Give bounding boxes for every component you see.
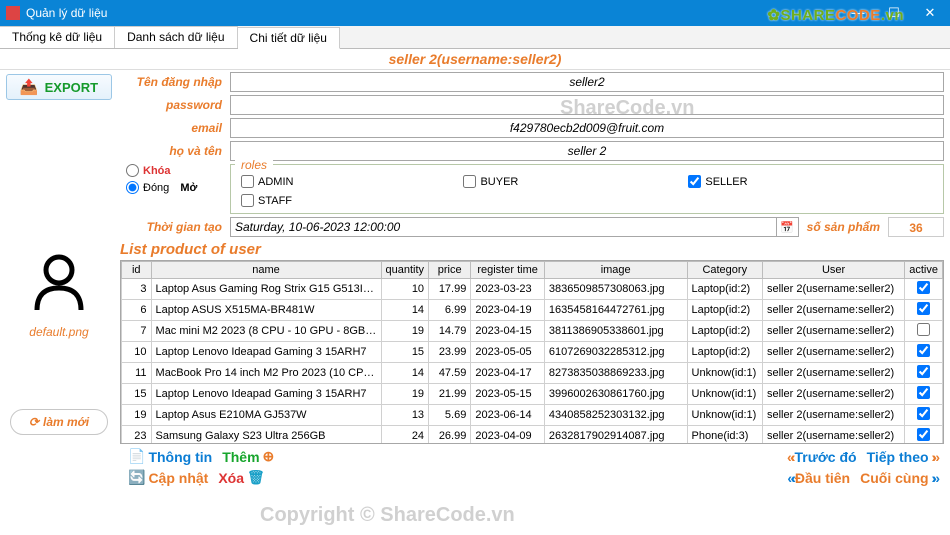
- col-id[interactable]: id: [122, 262, 152, 279]
- active-checkbox[interactable]: [917, 302, 930, 315]
- info-button[interactable]: 📄 Thông tin: [128, 448, 212, 465]
- email-input[interactable]: [230, 118, 944, 138]
- col-user[interactable]: User: [763, 262, 905, 279]
- role-buyer[interactable]: BUYER: [463, 175, 518, 188]
- refresh-label: làm mới: [43, 415, 89, 429]
- active-checkbox[interactable]: [917, 407, 930, 420]
- prodcount-value: 36: [888, 217, 944, 237]
- tab-detail[interactable]: Chi tiết dữ liệu: [238, 27, 340, 49]
- avatar-filename: default.png: [29, 325, 88, 339]
- first-icon: «‹: [787, 470, 791, 486]
- email-label: email: [120, 121, 230, 135]
- watermark-copyright: Copyright © ShareCode.vn: [260, 504, 515, 527]
- next-button[interactable]: Tiếp theo ›»: [867, 449, 936, 465]
- prodcount-label: số sản phẩm: [799, 220, 888, 234]
- window-title: Quản lý dữ liệu: [26, 6, 107, 20]
- table-row[interactable]: 3Laptop Asus Gaming Rog Strix G15 G513IH…: [122, 279, 943, 300]
- created-label: Thời gian tạo: [120, 220, 230, 234]
- active-checkbox[interactable]: [917, 344, 930, 357]
- table-row[interactable]: 11MacBook Pro 14 inch M2 Pro 2023 (10 CP…: [122, 363, 943, 384]
- mo-label: Mở: [180, 182, 197, 194]
- col-name[interactable]: name: [151, 262, 381, 279]
- role-staff[interactable]: STAFF: [241, 194, 293, 207]
- close-button[interactable]: ✕: [916, 5, 944, 21]
- active-checkbox[interactable]: [917, 365, 930, 378]
- chevron-left-icon: «‹: [787, 449, 791, 465]
- roles-group: roles ADMIN STAFF BUYER SELLER: [230, 164, 944, 214]
- minimize-button[interactable]: —: [844, 5, 872, 21]
- radio-dong-mo[interactable]: Đóng Mở: [126, 181, 197, 194]
- table-row[interactable]: 15Laptop Lenovo Ideapad Gaming 3 15ARH71…: [122, 384, 943, 405]
- active-checkbox[interactable]: [917, 386, 930, 399]
- add-button[interactable]: Thêm ⊕: [222, 448, 274, 465]
- product-grid[interactable]: id name quantity price register time ima…: [120, 260, 944, 444]
- col-reg[interactable]: register time: [471, 262, 545, 279]
- active-checkbox[interactable]: [917, 281, 930, 294]
- table-row[interactable]: 10Laptop Lenovo Ideapad Gaming 3 15ARH71…: [122, 342, 943, 363]
- dong-label: Đóng: [143, 182, 169, 194]
- col-price[interactable]: price: [429, 262, 471, 279]
- chevron-right-icon: ›»: [932, 449, 936, 465]
- col-active[interactable]: active: [905, 262, 943, 279]
- fullname-input[interactable]: [230, 141, 944, 161]
- tab-stats[interactable]: Thống kê dữ liệu: [0, 26, 115, 48]
- last-icon: ›»: [932, 470, 936, 486]
- col-img[interactable]: image: [544, 262, 687, 279]
- delete-button[interactable]: Xóa 🗑: [218, 469, 264, 486]
- titlebar: Quản lý dữ liệu — ☐ ✕: [0, 0, 950, 26]
- username-input[interactable]: [230, 72, 944, 92]
- khoa-label: Khóa: [143, 165, 171, 177]
- tab-list[interactable]: Danh sách dữ liệu: [115, 26, 237, 48]
- plus-icon: ⊕: [263, 448, 275, 465]
- refresh-icon: ⟳: [29, 415, 39, 429]
- avatar: [27, 250, 91, 317]
- table-row[interactable]: 19Laptop Asus E210MA GJ537W135.692023-06…: [122, 405, 943, 426]
- export-button[interactable]: 📤 EXPORT: [6, 74, 112, 100]
- table-row[interactable]: 6Laptop ASUS X515MA-BR481W146.992023-04-…: [122, 300, 943, 321]
- info-icon: 📄: [128, 448, 145, 465]
- footer-bar: 📄 Thông tin Thêm ⊕ «‹ Trước đó Tiếp theo…: [120, 444, 944, 469]
- export-label: EXPORT: [45, 80, 98, 95]
- footer-bar-2: 🔄 Cập nhật Xóa 🗑 «‹ Đầu tiên Cuối cùng ›…: [120, 469, 944, 490]
- role-admin[interactable]: ADMIN: [241, 175, 293, 188]
- refresh-button[interactable]: ⟳ làm mới: [10, 409, 108, 435]
- list-heading: List product of user: [120, 239, 944, 260]
- trash-icon: 🗑: [247, 469, 265, 486]
- password-label: password: [120, 98, 230, 112]
- page-title: seller 2(username:seller2): [0, 49, 950, 70]
- table-row[interactable]: 23Samsung Galaxy S23 Ultra 256GB2426.992…: [122, 426, 943, 445]
- first-button[interactable]: «‹ Đầu tiên: [787, 470, 850, 486]
- password-input[interactable]: [230, 95, 944, 115]
- maximize-button[interactable]: ☐: [880, 5, 908, 21]
- active-checkbox[interactable]: [917, 323, 930, 336]
- app-icon: [6, 6, 20, 20]
- role-seller[interactable]: SELLER: [688, 175, 747, 188]
- radio-khoa[interactable]: Khóa: [126, 164, 171, 177]
- prev-button[interactable]: «‹ Trước đó: [787, 449, 857, 465]
- calendar-icon[interactable]: 📅: [777, 217, 799, 237]
- fullname-label: họ và tên: [120, 144, 230, 158]
- col-cat[interactable]: Category: [687, 262, 762, 279]
- update-icon: 🔄: [128, 469, 145, 486]
- last-button[interactable]: Cuối cùng ›»: [860, 470, 936, 486]
- roles-legend: roles: [235, 157, 273, 173]
- tab-strip: Thống kê dữ liệu Danh sách dữ liệu Chi t…: [0, 26, 950, 49]
- col-qty[interactable]: quantity: [381, 262, 429, 279]
- export-icon: 📤: [20, 78, 39, 96]
- username-label: Tên đăng nhập: [120, 75, 230, 89]
- table-row[interactable]: 7Mac mini M2 2023 (8 CPU - 10 GPU - 8GB …: [122, 321, 943, 342]
- active-checkbox[interactable]: [917, 428, 930, 441]
- created-input[interactable]: [230, 217, 777, 237]
- update-button[interactable]: 🔄 Cập nhật: [128, 469, 208, 486]
